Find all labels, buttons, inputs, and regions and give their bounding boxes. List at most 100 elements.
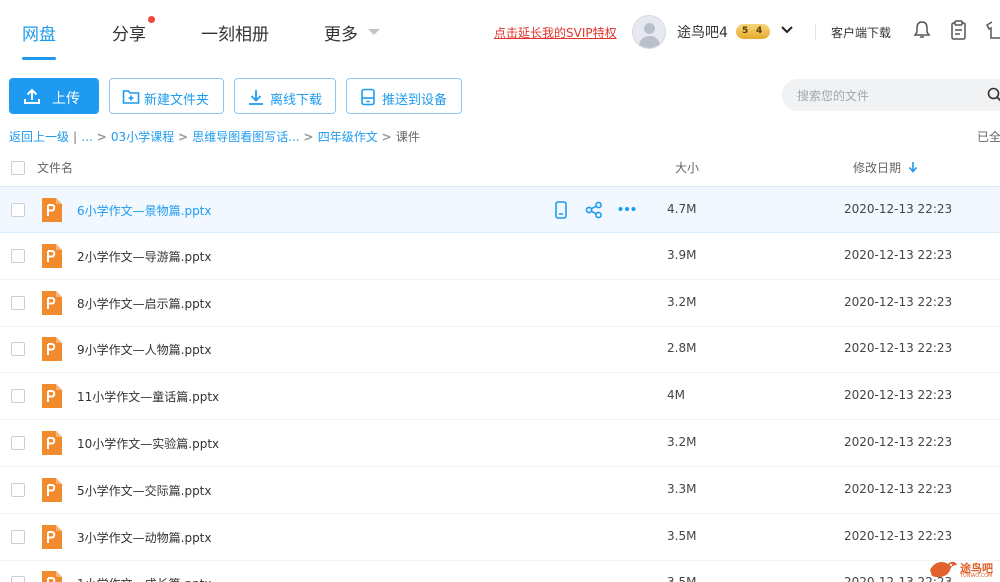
column-header-size[interactable]: 大小 xyxy=(675,159,699,176)
file-size: 3.2M xyxy=(667,295,697,309)
table-header: 文件名 大小 修改日期 xyxy=(0,151,1000,185)
row-checkbox[interactable] xyxy=(11,203,25,217)
file-name-link[interactable]: 1小学作文—成长篇.pptx xyxy=(77,575,212,582)
shirt-icon[interactable] xyxy=(986,20,1000,40)
file-size: 3.5M xyxy=(667,575,697,582)
pptx-file-icon xyxy=(42,384,62,408)
tab-more[interactable]: 更多 xyxy=(324,20,358,45)
file-modified-date: 2020-12-13 22:23 xyxy=(844,435,953,449)
file-name-link[interactable]: 9小学作文—人物篇.pptx xyxy=(77,341,212,358)
breadcrumb-separator: > xyxy=(178,130,193,144)
breadcrumb-ellipsis[interactable]: ... xyxy=(81,130,92,144)
file-size: 4M xyxy=(667,388,685,402)
row-checkbox[interactable] xyxy=(11,576,25,582)
download-icon xyxy=(249,90,263,105)
watermark-logo: 途鸟吧 TUNIAO.COM xyxy=(928,556,1000,582)
watermark-subtext: TUNIAO.COM xyxy=(960,573,993,579)
pptx-file-icon xyxy=(42,244,62,268)
push-to-device-button[interactable]: 推送到设备 xyxy=(346,78,462,114)
bird-logo-icon xyxy=(930,561,957,578)
file-name-link[interactable]: 5小学作文—交际篇.pptx xyxy=(77,482,212,499)
file-name-link[interactable]: 3小学作文—动物篇.pptx xyxy=(77,529,212,546)
pptx-file-icon xyxy=(42,291,62,315)
column-header-name[interactable]: 文件名 xyxy=(37,159,73,176)
breadcrumb-item[interactable]: 03小学课程 xyxy=(111,130,174,144)
breadcrumb-separator: > xyxy=(96,130,111,144)
level-badge-right: 4 xyxy=(756,26,763,36)
bell-icon[interactable] xyxy=(913,20,931,40)
pptx-file-icon xyxy=(42,525,62,549)
sort-desc-icon[interactable] xyxy=(908,161,918,173)
push-device-icon[interactable] xyxy=(553,201,569,219)
row-checkbox[interactable] xyxy=(11,530,25,544)
avatar-head-icon xyxy=(644,23,655,34)
new-folder-icon xyxy=(122,90,140,104)
row-checkbox[interactable] xyxy=(11,389,25,403)
file-modified-date: 2020-12-13 22:23 xyxy=(844,529,953,543)
file-size: 3.5M xyxy=(667,529,697,543)
new-folder-button[interactable]: 新建文件夹 xyxy=(109,78,224,114)
pptx-file-icon xyxy=(42,431,62,455)
column-header-modified[interactable]: 修改日期 xyxy=(853,159,901,176)
avatar-body-icon xyxy=(639,36,660,48)
pptx-file-icon xyxy=(42,198,62,222)
table-row[interactable]: 11小学作文—童话篇.pptx 4M 2020-12-13 22:23 xyxy=(0,373,1000,420)
file-size: 3.9M xyxy=(667,248,697,262)
table-row[interactable]: 10小学作文—实验篇.pptx 3.2M 2020-12-13 22:23 xyxy=(0,420,1000,467)
notification-dot xyxy=(148,16,155,23)
table-row[interactable]: 3小学作文—动物篇.pptx 3.5M 2020-12-13 22:23 xyxy=(0,514,1000,561)
upload-icon xyxy=(24,88,40,104)
file-modified-date: 2020-12-13 22:23 xyxy=(844,341,953,355)
file-name-link[interactable]: 8小学作文—启示篇.pptx xyxy=(77,295,212,312)
top-navigation: 网盘 分享 一刻相册 更多 点击延长我的SVIP特权 途鸟吧4 5 4 客户端下… xyxy=(0,0,1000,62)
file-size: 3.3M xyxy=(667,482,697,496)
row-checkbox[interactable] xyxy=(11,249,25,263)
table-row[interactable]: 6小学作文—景物篇.pptx 4.7M 2020-12-13 22:23 xyxy=(0,186,1000,233)
tab-netdisk[interactable]: 网盘 xyxy=(22,20,56,45)
share-icon[interactable] xyxy=(585,201,603,219)
file-name-link[interactable]: 11小学作文—童话篇.pptx xyxy=(77,388,219,405)
level-badge-left: 5 xyxy=(742,26,749,36)
username[interactable]: 途鸟吧4 xyxy=(677,22,728,42)
breadcrumb-item[interactable]: 四年级作文 xyxy=(318,130,378,144)
new-folder-label: 新建文件夹 xyxy=(144,93,210,108)
table-row[interactable]: 1小学作文—成长篇.pptx3.5M2020-12-13 22:23 xyxy=(0,560,1000,582)
breadcrumb-separator: > xyxy=(303,130,318,144)
breadcrumb: 返回上一级 | ... > 03小学课程 > 思维导图看图写话... > 四年级… xyxy=(9,128,420,145)
upload-label: 上传 xyxy=(52,91,80,107)
client-download-link[interactable]: 客户端下载 xyxy=(831,24,891,41)
table-row[interactable]: 5小学作文—交际篇.pptx 3.3M 2020-12-13 22:23 xyxy=(0,467,1000,514)
search-input[interactable]: 搜索您的文件 xyxy=(782,79,1000,111)
caret-down-icon[interactable] xyxy=(368,29,380,35)
breadcrumb-back[interactable]: 返回上一级 xyxy=(9,130,69,144)
row-checkbox[interactable] xyxy=(11,483,25,497)
load-status: 已全 xyxy=(977,130,1000,144)
file-name-link[interactable]: 10小学作文—实验篇.pptx xyxy=(77,435,219,452)
vip-level-badge: 5 4 xyxy=(736,24,770,39)
clipboard-icon[interactable] xyxy=(950,20,967,40)
file-modified-date: 2020-12-13 22:23 xyxy=(844,202,953,216)
breadcrumb-current: 课件 xyxy=(395,130,420,144)
file-modified-date: 2020-12-13 22:23 xyxy=(844,295,953,309)
row-checkbox[interactable] xyxy=(11,296,25,310)
device-icon xyxy=(361,88,375,106)
chevron-down-icon[interactable] xyxy=(780,24,794,36)
nav-divider xyxy=(815,24,816,40)
offline-download-button[interactable]: 离线下载 xyxy=(234,78,336,114)
select-all-checkbox[interactable] xyxy=(11,161,25,175)
tab-share[interactable]: 分享 xyxy=(112,20,146,45)
table-row[interactable]: 8小学作文—启示篇.pptx 3.2M 2020-12-13 22:23 xyxy=(0,280,1000,327)
file-name-link[interactable]: 2小学作文—导游篇.pptx xyxy=(77,248,212,265)
row-checkbox[interactable] xyxy=(11,436,25,450)
upload-button[interactable]: 上传 xyxy=(9,78,99,114)
search-icon[interactable] xyxy=(987,87,1000,103)
more-options-icon[interactable] xyxy=(618,206,636,212)
file-name-link[interactable]: 6小学作文—景物篇.pptx xyxy=(77,202,212,219)
table-row[interactable]: 9小学作文—人物篇.pptx 2.8M 2020-12-13 22:23 xyxy=(0,326,1000,373)
table-row[interactable]: 2小学作文—导游篇.pptx 3.9M 2020-12-13 22:23 xyxy=(0,233,1000,280)
avatar[interactable] xyxy=(632,15,666,49)
tab-album[interactable]: 一刻相册 xyxy=(201,20,269,45)
breadcrumb-item[interactable]: 思维导图看图写话... xyxy=(192,130,299,144)
svip-renew-link[interactable]: 点击延长我的SVIP特权 xyxy=(494,24,617,41)
row-checkbox[interactable] xyxy=(11,342,25,356)
